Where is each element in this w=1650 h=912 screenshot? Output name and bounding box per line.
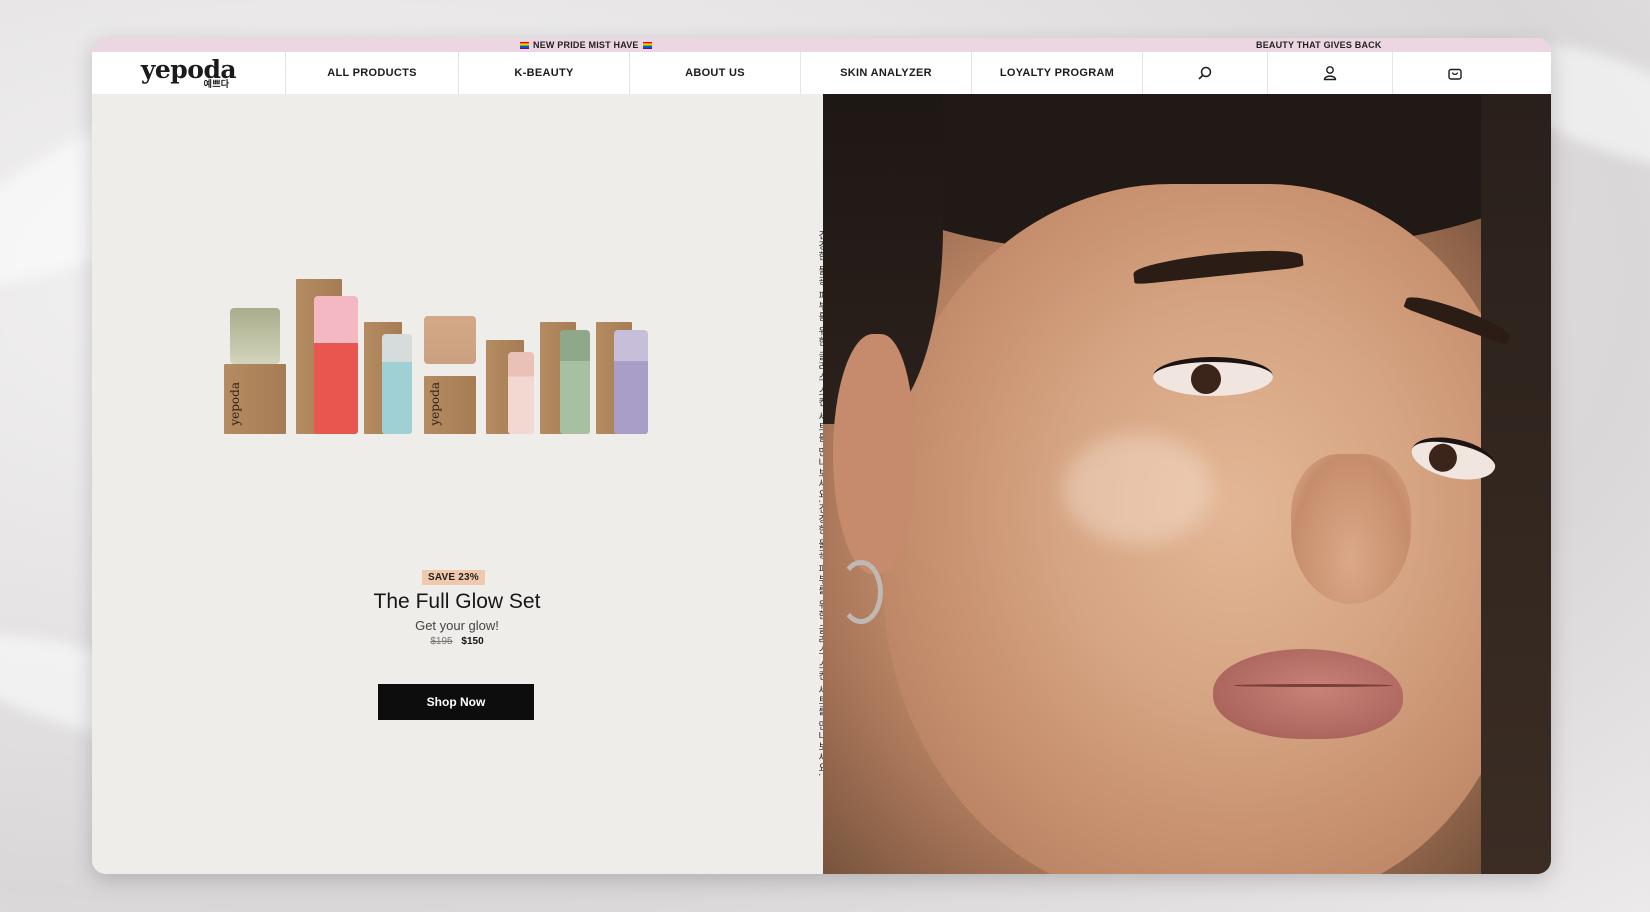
product-bottle-dew-hype (382, 334, 412, 434)
hair (1481, 94, 1551, 874)
pride-flag-icon (642, 41, 652, 49)
shop-now-button[interactable]: Shop Now (378, 684, 534, 720)
search-button[interactable] (1143, 52, 1268, 94)
main-nav: yepoda 예쁘다 ALL PRODUCTS K-BEAUTY ABOUT U… (92, 52, 1551, 95)
product-panel: yepoda yepoda SAVE 23% The Full Glow Set… (92, 94, 822, 874)
account-button[interactable] (1268, 52, 1393, 94)
product-bottle-moist-mix-up (560, 330, 590, 434)
logo[interactable]: yepoda 예쁘다 (92, 52, 286, 94)
product-bottle-bubble-double (314, 296, 358, 434)
product-jar-calm-balm (230, 308, 280, 364)
logo-wordmark: yepoda (140, 54, 237, 84)
product-bottle-glow-up (508, 352, 534, 434)
product-jar-c-tox (424, 316, 476, 364)
nav-k-beauty[interactable]: K-BEAUTY (459, 52, 630, 94)
promo-bar: NEW PRIDE MIST HAVE BEAUTY THAT GIVES BA… (92, 38, 1551, 52)
product-box: yepoda (224, 364, 286, 434)
price-sale: $150 (461, 636, 484, 647)
cart-button[interactable] (1393, 52, 1517, 94)
account-icon (1323, 66, 1337, 81)
cart-icon (1448, 68, 1462, 80)
product-bottle-midnight-magic (614, 330, 648, 434)
lip-line (1233, 684, 1393, 687)
nav-skin-analyzer[interactable]: SKIN ANALYZER (801, 52, 972, 94)
product-subtitle: Get your glow! (415, 618, 499, 633)
nav-about-us[interactable]: ABOUT US (630, 52, 801, 94)
product-set-image[interactable]: yepoda yepoda (224, 254, 674, 434)
nav-loyalty-program[interactable]: LOYALTY PROGRAM (972, 52, 1143, 94)
product-box-label: yepoda (428, 382, 442, 426)
price-original: $195 (430, 636, 453, 647)
pride-flag-icon (520, 41, 529, 49)
nav-all-products[interactable]: ALL PRODUCTS (286, 52, 459, 94)
promo-announcement[interactable]: NEW PRIDE MIST HAVE (520, 40, 652, 50)
hero-section: yepoda yepoda SAVE 23% The Full Glow Set… (92, 94, 1551, 874)
lips (1213, 649, 1403, 739)
sale-badge: SAVE 23% (422, 570, 485, 585)
product-box-label: yepoda (228, 382, 242, 426)
ear (833, 334, 913, 574)
face (883, 184, 1523, 874)
product-box: yepoda (424, 376, 476, 434)
cheek-highlight (1063, 434, 1213, 544)
product-title[interactable]: The Full Glow Set (92, 590, 822, 614)
search-icon (1198, 66, 1212, 80)
promo-right-text[interactable]: BEAUTY THAT GIVES BACK (1256, 40, 1382, 50)
model-photo (823, 94, 1551, 874)
eye (1153, 357, 1273, 396)
promo-left-text: NEW PRIDE MIST HAVE (533, 40, 639, 50)
earring (839, 560, 883, 624)
price-row: $195 $150 (92, 636, 822, 647)
browser-frame: NEW PRIDE MIST HAVE BEAUTY THAT GIVES BA… (92, 38, 1551, 874)
logo-korean: 예쁘다 (203, 78, 230, 89)
nose (1291, 454, 1411, 604)
